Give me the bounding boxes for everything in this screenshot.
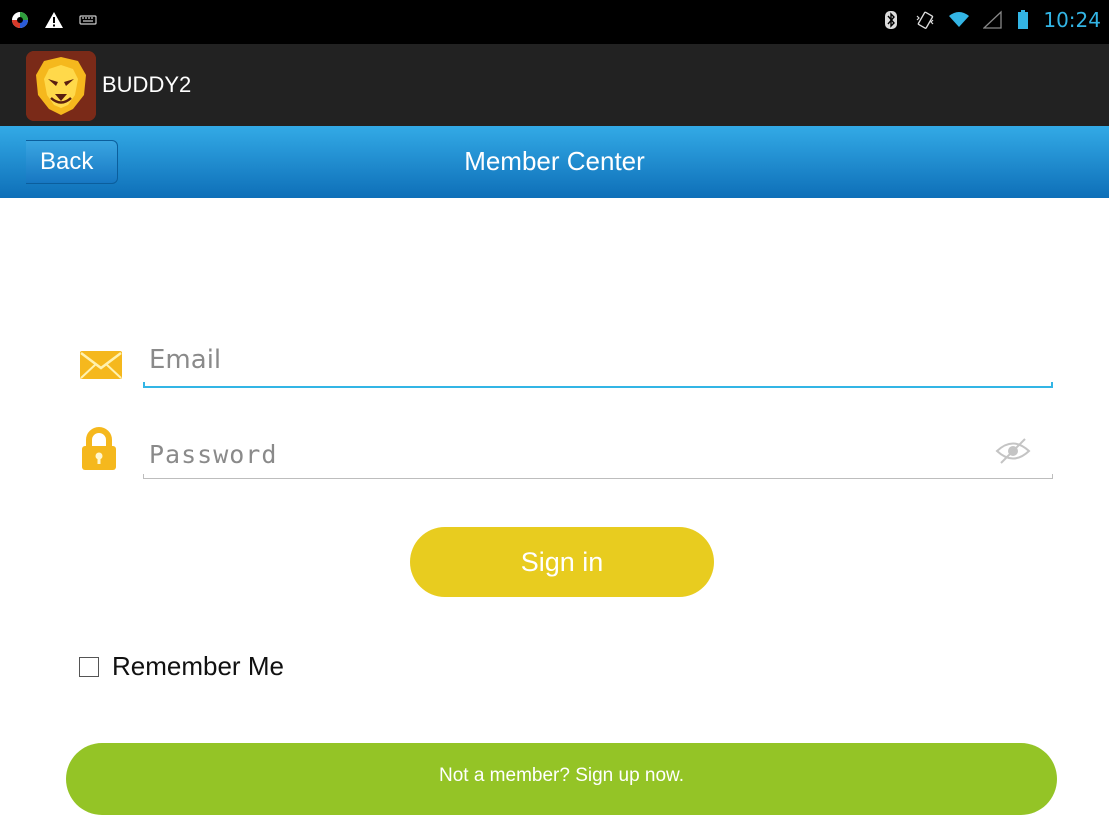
status-bar: 10:24 — [0, 0, 1109, 44]
status-right-icons: 10:24 — [881, 8, 1101, 32]
keyboard-icon — [79, 15, 97, 25]
password-field[interactable] — [143, 432, 1053, 476]
email-field[interactable] — [143, 338, 1053, 382]
remember-me-label: Remember Me — [112, 651, 284, 681]
envelope-icon — [80, 351, 122, 379]
lock-icon — [82, 427, 116, 470]
signal-icon — [983, 10, 1003, 29]
lion-logo-icon[interactable] — [26, 51, 96, 121]
bluetooth-icon — [885, 11, 898, 29]
status-time: 10:24 — [1043, 8, 1101, 32]
remember-me-checkbox[interactable] — [79, 656, 99, 677]
app-title: BUDDY2 — [102, 72, 192, 97]
page-title: Member Center — [464, 146, 645, 176]
warning-icon — [45, 12, 63, 28]
app-notification-icon — [12, 12, 28, 28]
eye-hidden-icon[interactable] — [993, 436, 1033, 466]
status-left-icons — [10, 10, 98, 30]
app-action-bar: BUDDY2 — [0, 44, 1109, 126]
nav-bar: Back Member Center — [0, 126, 1109, 198]
password-field-container — [143, 432, 1053, 479]
vibrate-icon — [916, 11, 934, 29]
email-field-container — [143, 338, 1053, 388]
sign-up-button[interactable]: Not a member? Sign up now. — [66, 743, 1057, 815]
remember-me-option[interactable]: Remember Me — [79, 651, 284, 682]
battery-icon — [1018, 10, 1029, 29]
wifi-icon — [949, 12, 970, 27]
sign-in-button[interactable]: Sign in — [410, 527, 714, 597]
